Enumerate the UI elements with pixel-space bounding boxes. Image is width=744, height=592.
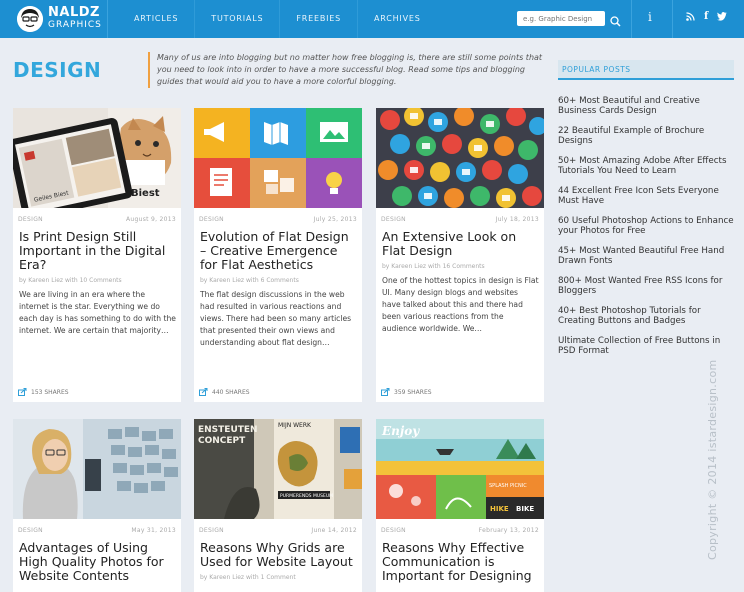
post-title[interactable]: Reasons Why Grids are Used for Website L…	[194, 534, 362, 569]
share-count-label: 440 SHARES	[212, 388, 250, 396]
popular-post-link[interactable]: 60 Useful Photoshop Actions to Enhance y…	[558, 216, 738, 236]
thumbnail-text: ENSTEUTEN	[198, 425, 258, 435]
logo-main-text: NALDZ	[48, 5, 100, 20]
post-excerpt: One of the hottest topics in design is F…	[382, 276, 539, 333]
header-divider	[672, 0, 673, 38]
share-count[interactable]: 440 SHARES	[199, 388, 250, 396]
post-byline: by Kareen Liez with 6 Comments	[200, 277, 299, 284]
article-card[interactable]: ENSTEUTEN CONCEPT MIJN WERK PURMERENDS M…	[194, 419, 362, 592]
post-title[interactable]: Advantages of Using High Quality Photos …	[13, 534, 181, 583]
post-title[interactable]: Evolution of Flat Design – Creative Emer…	[194, 223, 362, 272]
article-thumbnail[interactable]: Biest Geiles Biest	[13, 108, 181, 208]
nav-tutorials[interactable]: TUTORIALS	[195, 0, 281, 38]
popular-post-link[interactable]: 60+ Most Beautiful and Creative Business…	[558, 96, 738, 116]
share-count[interactable]: 359 SHARES	[381, 388, 432, 396]
article-thumbnail[interactable]: Enjoy SPLASH PICNIC HIKE BIKE	[376, 419, 544, 519]
popular-posts-list: 60+ Most Beautiful and Creative Business…	[558, 96, 738, 366]
thumbnail-text: Enjoy	[381, 424, 420, 438]
thumbnail-text: HIKE	[490, 505, 509, 513]
nav-freebies[interactable]: FREEBIES	[280, 0, 358, 38]
article-card[interactable]: Enjoy SPLASH PICNIC HIKE BIKE DESIGN Feb…	[376, 419, 544, 592]
post-category[interactable]: DESIGN	[381, 527, 406, 534]
thumbnail-text: MIJN WERK	[278, 422, 312, 429]
logo-sub-text: GRAPHICS	[48, 20, 102, 30]
share-icon	[199, 388, 208, 396]
rss-icon[interactable]	[686, 12, 695, 24]
thumbnail-text: Biest	[131, 188, 160, 199]
post-category[interactable]: DESIGN	[18, 527, 43, 534]
popular-post-link[interactable]: 45+ Most Wanted Beautiful Free Hand Draw…	[558, 246, 738, 266]
header-divider	[631, 0, 632, 38]
article-card[interactable]: DESIGN July 18, 2013 An Extensive Look o…	[376, 108, 544, 402]
post-meta: DESIGN July 18, 2013	[376, 208, 544, 223]
share-icon	[381, 388, 390, 396]
share-count[interactable]: 153 SHARES	[18, 388, 69, 396]
share-count-label: 153 SHARES	[31, 388, 69, 396]
social-links: f	[686, 12, 728, 24]
thumbnail-text: PURMERENDS MUSEUM	[280, 493, 333, 499]
post-meta: DESIGN August 9, 2013	[13, 208, 181, 223]
info-icon[interactable]: i	[648, 10, 652, 24]
article-card[interactable]: DESIGN July 25, 2013 Evolution of Flat D…	[194, 108, 362, 402]
nav-articles[interactable]: ARTICLES	[118, 0, 196, 38]
post-date: February 13, 2012	[478, 527, 539, 534]
category-intro: Many of us are into blogging but no matt…	[148, 52, 546, 88]
copyright-watermark: Copyright © 2014 istardesign.com	[706, 359, 719, 560]
thumbnail-text: CONCEPT	[198, 436, 246, 446]
post-date: August 9, 2013	[125, 216, 176, 223]
popular-post-link[interactable]: 50+ Most Amazing Adobe After Effects Tut…	[558, 156, 738, 176]
search-input[interactable]	[517, 11, 605, 26]
popular-post-link[interactable]: 800+ Most Wanted Free RSS Icons for Blog…	[558, 276, 738, 296]
post-meta: DESIGN June 14, 2012	[194, 519, 362, 534]
popular-posts-heading: POPULAR POSTS	[562, 65, 631, 74]
post-meta: DESIGN February 13, 2012	[376, 519, 544, 534]
post-date: May 31, 2013	[131, 527, 176, 534]
nav-archives[interactable]: ARCHIVES	[358, 0, 437, 38]
post-meta: DESIGN May 31, 2013	[13, 519, 181, 534]
article-thumbnail[interactable]	[376, 108, 544, 208]
popular-post-link[interactable]: 22 Beautiful Example of Brochure Designs	[558, 126, 738, 146]
post-title[interactable]: Reasons Why Effective Communication is I…	[376, 534, 544, 583]
search-icon[interactable]	[610, 12, 621, 31]
post-category[interactable]: DESIGN	[381, 216, 406, 223]
post-byline: by Kareen Liez with 16 Comments	[382, 263, 485, 270]
post-excerpt: The flat design discussions in the web h…	[200, 290, 352, 347]
main-nav: ARTICLES TUTORIALS FREEBIES ARCHIVES	[118, 0, 437, 38]
page-title: DESIGN	[13, 58, 102, 82]
site-logo[interactable]: NALDZ GRAPHICS	[0, 0, 108, 38]
popular-post-link[interactable]: 44 Excellent Free Icon Sets Everyone Mus…	[558, 186, 738, 206]
post-date: July 25, 2013	[313, 216, 357, 223]
article-thumbnail[interactable]: ENSTEUTEN CONCEPT MIJN WERK PURMERENDS M…	[194, 419, 362, 519]
popular-post-link[interactable]: Ultimate Collection of Free Buttons in P…	[558, 336, 738, 356]
article-card[interactable]: DESIGN May 31, 2013 Advantages of Using …	[13, 419, 181, 592]
post-category[interactable]: DESIGN	[18, 216, 43, 223]
post-date: July 18, 2013	[495, 216, 539, 223]
popular-posts-tab[interactable]: POPULAR POSTS	[558, 60, 734, 80]
article-thumbnail[interactable]	[194, 108, 362, 208]
article-thumbnail[interactable]	[13, 419, 181, 519]
post-category[interactable]: DESIGN	[199, 216, 224, 223]
post-title[interactable]: Is Print Design Still Important in the D…	[13, 223, 181, 272]
post-byline: by Kareen Liez with 10 Comments	[19, 277, 122, 284]
share-count-label: 359 SHARES	[394, 388, 432, 396]
top-navigation-bar: NALDZ GRAPHICS ARTICLES TUTORIALS FREEBI…	[0, 0, 744, 38]
article-card[interactable]: Biest Geiles Biest DESIGN August 9, 2013…	[13, 108, 181, 402]
post-byline: by Kareen Liez with 1 Comment	[200, 574, 296, 581]
facebook-icon[interactable]: f	[704, 12, 708, 24]
logo-avatar-icon	[17, 6, 43, 32]
post-title[interactable]: An Extensive Look on Flat Design	[376, 223, 544, 258]
post-excerpt: We are living in an era where the intern…	[19, 290, 176, 335]
share-icon	[18, 388, 27, 396]
thumbnail-text: BIKE	[516, 505, 534, 513]
post-category[interactable]: DESIGN	[199, 527, 224, 534]
popular-post-link[interactable]: 40+ Best Photoshop Tutorials for Creatin…	[558, 306, 738, 326]
thumbnail-text: SPLASH PICNIC	[489, 483, 527, 489]
twitter-icon[interactable]	[717, 12, 728, 24]
post-date: June 14, 2012	[311, 527, 357, 534]
post-meta: DESIGN July 25, 2013	[194, 208, 362, 223]
